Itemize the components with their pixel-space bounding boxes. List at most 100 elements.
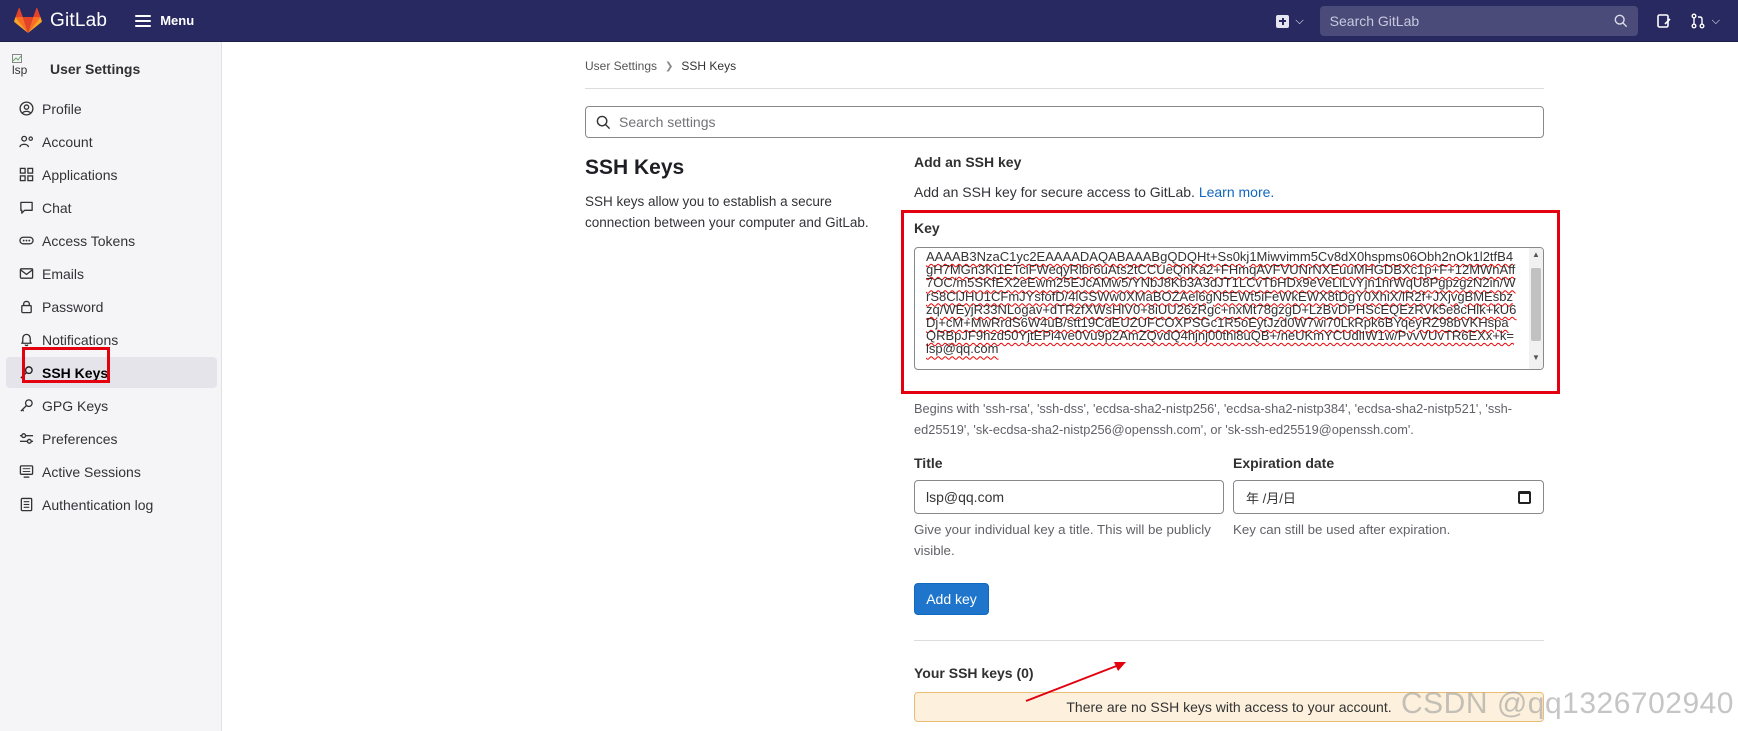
key-textarea-value[interactable]: AAAAB3NzaC1yc2EAAAADAQABAAABgQDQHt+Ss0kj… (926, 250, 1518, 356)
sidebar-item-notifications[interactable]: Notifications (6, 324, 217, 355)
section-description: SSH keys allow you to establish a secure… (585, 194, 869, 230)
brand-name: GitLab (50, 9, 108, 31)
sidebar-item-label: Account (42, 133, 93, 150)
sidebar-item-preferences[interactable]: Preferences (6, 423, 217, 454)
key-icon (18, 398, 34, 414)
issues-icon (1656, 14, 1671, 28)
main-content: User Settings ❯ SSH Keys SSH Keys SSH ke… (223, 42, 1738, 731)
key-icon (18, 365, 34, 381)
sidebar-item-label: Chat (42, 199, 72, 216)
monitor-icon (18, 464, 34, 480)
sidebar-item-ssh-keys[interactable]: SSH Keys (6, 357, 217, 388)
breadcrumb: User Settings ❯ SSH Keys (585, 59, 736, 73)
section-title: SSH Keys (585, 156, 685, 179)
sidebar-item-password[interactable]: Password (6, 291, 217, 322)
token-icon (18, 233, 34, 249)
sidebar-item-applications[interactable]: Applications (6, 159, 217, 190)
navbar-right: ⌵ ⌵ (1276, 0, 1738, 42)
bell-icon (18, 332, 34, 348)
textarea-scrollbar[interactable]: ▲ ▼ (1529, 248, 1543, 369)
settings-search-input[interactable] (619, 114, 1543, 130)
preferences-icon (18, 431, 34, 447)
sidebar-item-label: Preferences (42, 430, 118, 447)
breadcrumb-ssh-keys[interactable]: SSH Keys (681, 59, 736, 73)
sidebar-item-label: Applications (42, 166, 118, 183)
global-search[interactable] (1319, 6, 1638, 36)
avatar: lsp (12, 54, 40, 84)
sidebar-item-access-tokens[interactable]: Access Tokens (6, 225, 217, 256)
learn-more-link[interactable]: Learn more. (1199, 184, 1274, 200)
chevron-right-icon: ❯ (665, 60, 674, 72)
sidebar-item-label: Access Tokens (42, 232, 136, 249)
sidebar-item-label: Active Sessions (42, 463, 141, 480)
log-icon (18, 497, 34, 513)
expiration-hint: Key can still be used after expiration. (1233, 522, 1451, 537)
sidebar-item-profile[interactable]: Profile (6, 93, 217, 124)
settings-sidebar: lsp User Settings Profile Account Applic… (0, 42, 222, 731)
hamburger-icon (135, 14, 152, 27)
sidebar-item-active-sessions[interactable]: Active Sessions (6, 456, 217, 487)
sidebar-item-chat[interactable]: Chat (6, 192, 217, 223)
add-key-description-text: Add an SSH key for secure access to GitL… (914, 184, 1195, 200)
scroll-up-icon[interactable]: ▲ (1532, 250, 1540, 259)
chevron-down-icon: ⌵ (1711, 14, 1720, 27)
lock-icon (18, 299, 34, 315)
plus-square-icon (1276, 14, 1290, 28)
settings-search[interactable] (585, 106, 1544, 138)
sidebar-item-label: Profile (42, 100, 82, 117)
title-label: Title (914, 455, 943, 471)
add-key-description: Add an SSH key for secure access to GitL… (914, 184, 1274, 200)
menu-button[interactable]: Menu (135, 13, 194, 28)
add-key-button[interactable]: Add key (914, 583, 989, 615)
search-icon (596, 115, 611, 129)
title-hint: Give your individual key a title. This w… (914, 522, 1211, 558)
broken-image-icon (12, 54, 22, 63)
scrollbar-thumb[interactable] (1531, 268, 1541, 341)
sidebar-item-label: Emails (42, 265, 85, 282)
breadcrumb-divider (585, 88, 1544, 89)
account-icon (18, 134, 34, 150)
avatar-alt-text: lsp (12, 63, 28, 77)
search-icon (1614, 14, 1627, 28)
expiration-date-input[interactable]: 年 /月/日 (1233, 480, 1544, 514)
key-textarea[interactable]: AAAAB3NzaC1yc2EAAAADAQABAAABgQDQHt+Ss0kj… (914, 247, 1544, 370)
email-icon (18, 266, 34, 282)
sidebar-title: User Settings (50, 61, 141, 77)
issues-button[interactable] (1656, 13, 1672, 29)
sidebar-item-gpg-keys[interactable]: GPG Keys (6, 390, 217, 421)
sidebar-item-account[interactable]: Account (6, 126, 217, 157)
scroll-down-icon[interactable]: ▼ (1532, 353, 1540, 362)
sidebar-item-label: Notifications (42, 331, 119, 348)
applications-icon (18, 167, 34, 183)
sidebar-header[interactable]: lsp User Settings (0, 49, 221, 89)
sidebar-item-label: Authentication log (42, 496, 154, 513)
watermark: CSDN @qq1326702940 (1400, 687, 1734, 720)
sidebar-item-emails[interactable]: Emails (6, 258, 217, 289)
sidebar-item-label: GPG Keys (42, 397, 109, 414)
breadcrumb-user-settings[interactable]: User Settings (585, 59, 657, 73)
merge-request-icon (1691, 13, 1705, 29)
menu-label: Menu (160, 13, 195, 28)
sidebar-nav: Profile Account Applications Chat Access… (0, 93, 221, 520)
form-divider (914, 640, 1544, 641)
title-input[interactable] (914, 480, 1224, 514)
expiration-date-value: 年 /月/日 (1246, 490, 1296, 506)
calendar-icon[interactable] (1518, 490, 1531, 504)
add-key-heading: Add an SSH key (914, 154, 1022, 170)
profile-icon (18, 101, 34, 117)
chevron-down-icon: ⌵ (1295, 14, 1304, 27)
global-search-input[interactable] (1329, 13, 1614, 29)
sidebar-item-label: Password (42, 298, 104, 315)
chat-icon (18, 200, 34, 216)
sidebar-item-authentication-log[interactable]: Authentication log (6, 489, 217, 520)
gitlab-logo-icon (14, 7, 42, 33)
key-format-hint: Begins with 'ssh-rsa', 'ssh-dss', 'ecdsa… (914, 401, 1513, 437)
sidebar-item-label: SSH Keys (42, 364, 109, 381)
your-ssh-keys-heading: Your SSH keys (0) (914, 665, 1034, 681)
gitlab-brand[interactable]: GitLab (14, 7, 108, 34)
new-item-button[interactable]: ⌵ (1276, 14, 1304, 28)
expiration-label: Expiration date (1233, 455, 1335, 471)
key-label: Key (914, 220, 940, 236)
top-navbar: GitLab Menu ⌵ ⌵ (0, 0, 1738, 42)
merge-requests-button[interactable]: ⌵ (1690, 13, 1720, 29)
